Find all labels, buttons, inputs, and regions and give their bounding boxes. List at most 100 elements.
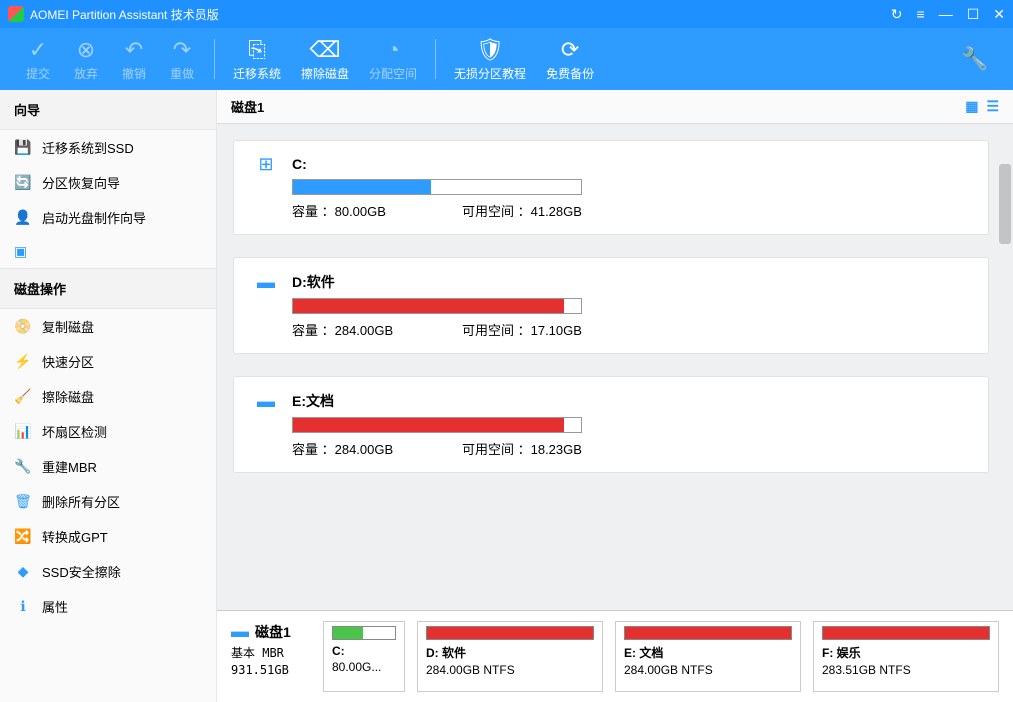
sidebar-item[interactable]: ◆ SSD安全擦除: [0, 554, 216, 589]
titlebar: AOMEI Partition Assistant 技术员版 ↻ ≡ — ☐ ✕: [0, 0, 1013, 28]
disk-summary[interactable]: ▬磁盘1 基本 MBR 931.51GB: [231, 621, 311, 692]
discard-button[interactable]: ⊗放弃: [62, 28, 110, 90]
sidebar-item-label: 坏扇区检测: [42, 422, 107, 441]
disk-icon: ▬: [231, 621, 249, 642]
tutorial-button[interactable]: 🛡无损分区教程: [444, 28, 536, 90]
backup-button[interactable]: ⟳免费备份: [536, 28, 604, 90]
sidebar-item-label: 分区恢复向导: [42, 173, 120, 192]
partition-card[interactable]: ⊞ C: 容量 ：80.00GB可用空间 ：41.28GB: [233, 140, 989, 235]
strip-bar: [426, 626, 594, 640]
sidebar-item[interactable]: 🔧 重建MBR: [0, 449, 216, 484]
partition-icon: ▬: [254, 273, 278, 291]
capacity-label: 容量 ：284.00GB: [292, 439, 462, 458]
sidebar-item[interactable]: 📊 坏扇区检测: [0, 414, 216, 449]
free-label: 可用空间 ：17.10GB: [462, 320, 582, 339]
capacity-label: 容量 ：80.00GB: [292, 201, 462, 220]
sidebar-item[interactable]: ℹ属性: [0, 589, 216, 624]
disk-map-strip: ▬磁盘1 基本 MBR 931.51GB C: 80.00G... D: 软件 …: [217, 610, 1013, 702]
strip-label: D: 软件: [426, 644, 594, 661]
free-label: 可用空间 ：41.28GB: [462, 201, 582, 220]
sidebar-item[interactable]: ⚡ 快速分区: [0, 344, 216, 379]
strip-bar: [624, 626, 792, 640]
sidebar-icon: 🗑: [14, 493, 32, 510]
sidebar-icon: 💾: [14, 139, 32, 156]
sidebar-icon: 🧹: [14, 388, 32, 405]
strip-partition[interactable]: C: 80.00G...: [323, 621, 405, 692]
strip-bar: [332, 626, 396, 640]
content-body[interactable]: ⊞ C: 容量 ：80.00GB可用空间 ：41.28GB ▬ D:软件 容量 ：2…: [217, 124, 1013, 610]
strip-sub: 80.00G...: [332, 660, 396, 674]
list-view-icon[interactable]: ☰: [986, 98, 999, 115]
partition-name: D:软件: [292, 272, 335, 292]
sidebar-item[interactable]: 🔄 分区恢复向导: [0, 165, 216, 200]
sidebar-icon: 🔧: [14, 458, 32, 475]
sidebar: 向导 💾 迁移系统到SSD 🔄 分区恢复向导 👤 启动光盘制作向导 ▣ 磁盘操作 📀 复制磁…: [0, 90, 217, 702]
free-label: 可用空间 ：18.23GB: [462, 439, 582, 458]
sidebar-icon: 📀: [14, 318, 32, 335]
strip-sub: 284.00GB NTFS: [426, 663, 594, 677]
sidebar-item-label: 重建MBR: [42, 457, 97, 476]
sidebar-item[interactable]: 📀 复制磁盘: [0, 309, 216, 344]
strip-label: F: 娱乐: [822, 644, 990, 661]
app-title: AOMEI Partition Assistant 技术员版: [30, 6, 219, 23]
partition-card[interactable]: ▬E:文档 容量 ：284.00GB可用空间 ：18.23GB: [233, 376, 989, 473]
scrollbar[interactable]: [999, 164, 1011, 244]
strip-sub: 283.51GB NTFS: [822, 663, 990, 677]
partition-icon: ⊞: [254, 155, 278, 173]
allocate-button[interactable]: ◔分配空间: [359, 28, 427, 90]
disk-label: 磁盘1: [231, 97, 264, 116]
sidebar-item[interactable]: 🧹 擦除磁盘: [0, 379, 216, 414]
sidebar-item[interactable]: 👤 启动光盘制作向导: [0, 200, 216, 235]
refresh-icon[interactable]: ↻: [891, 6, 903, 23]
app-logo-icon: [8, 6, 24, 22]
sidebar-item[interactable]: 🗑 删除所有分区: [0, 484, 216, 519]
sidebar-item-label: 擦除磁盘: [42, 387, 94, 406]
sidebar-item[interactable]: 🔀 转换成GPT: [0, 519, 216, 554]
sidebar-icon: 👤: [14, 209, 32, 226]
strip-bar: [822, 626, 990, 640]
toolbar: ✓提交 ⊗放弃 ↶撤销 ↷重做 ⎘迁移系统 ⌫擦除磁盘 ◔分配空间 🛡无损分区教…: [0, 28, 1013, 90]
undo-button[interactable]: ↶撤销: [110, 28, 158, 90]
expand-icon[interactable]: ▣: [0, 235, 216, 268]
grid-view-icon[interactable]: ▦: [965, 98, 978, 115]
sidebar-item[interactable]: 💾 迁移系统到SSD: [0, 130, 216, 165]
commit-button[interactable]: ✓提交: [14, 28, 62, 90]
sidebar-item-label: 启动光盘制作向导: [42, 208, 146, 227]
partition-card[interactable]: ▬ D:软件 容量 ：284.00GB可用空间 ：17.10GB: [233, 257, 989, 354]
migrate-button[interactable]: ⎘迁移系统: [223, 28, 291, 90]
partition-name: E:文档: [292, 391, 334, 411]
strip-partition[interactable]: E: 文档 284.00GB NTFS: [615, 621, 801, 692]
capacity-label: 容量 ：284.00GB: [292, 320, 462, 339]
strip-label: E: 文档: [624, 644, 792, 661]
content: 磁盘1 ▦ ☰ ⊞ C: 容量 ：80.00GB可用空间 ：41.28GB ▬ D:…: [217, 90, 1013, 702]
tools-button[interactable]: 🔧: [951, 28, 999, 90]
wipe-button[interactable]: ⌫擦除磁盘: [291, 28, 359, 90]
disk-ops-header: 磁盘操作: [0, 268, 216, 309]
sidebar-item-label: 迁移系统到SSD: [42, 138, 134, 157]
sidebar-icon: ⚡: [14, 353, 32, 370]
sidebar-item-label: SSD安全擦除: [42, 562, 121, 581]
sidebar-item-label: 转换成GPT: [42, 527, 108, 546]
strip-sub: 284.00GB NTFS: [624, 663, 792, 677]
partition-name: C:: [292, 156, 307, 172]
wizard-header: 向导: [0, 90, 216, 130]
sidebar-item-label: 复制磁盘: [42, 317, 94, 336]
close-icon[interactable]: ✕: [993, 6, 1005, 23]
sidebar-icon: ◆: [14, 563, 32, 580]
maximize-icon[interactable]: ☐: [967, 6, 980, 23]
minimize-icon[interactable]: —: [939, 6, 953, 22]
sidebar-item-label: 快速分区: [42, 352, 94, 371]
sidebar-icon: 🔀: [14, 528, 32, 545]
strip-partition[interactable]: F: 娱乐 283.51GB NTFS: [813, 621, 999, 692]
sidebar-item-label: 删除所有分区: [42, 492, 120, 511]
sidebar-item-label: 属性: [42, 597, 68, 616]
strip-label: C:: [332, 644, 396, 658]
usage-bar: [292, 417, 582, 433]
usage-bar: [292, 298, 582, 314]
sidebar-icon: 📊: [14, 423, 32, 440]
redo-button[interactable]: ↷重做: [158, 28, 206, 90]
content-header: 磁盘1 ▦ ☰: [217, 90, 1013, 124]
sidebar-icon: 🔄: [14, 174, 32, 191]
menu-icon[interactable]: ≡: [917, 6, 925, 22]
strip-partition[interactable]: D: 软件 284.00GB NTFS: [417, 621, 603, 692]
